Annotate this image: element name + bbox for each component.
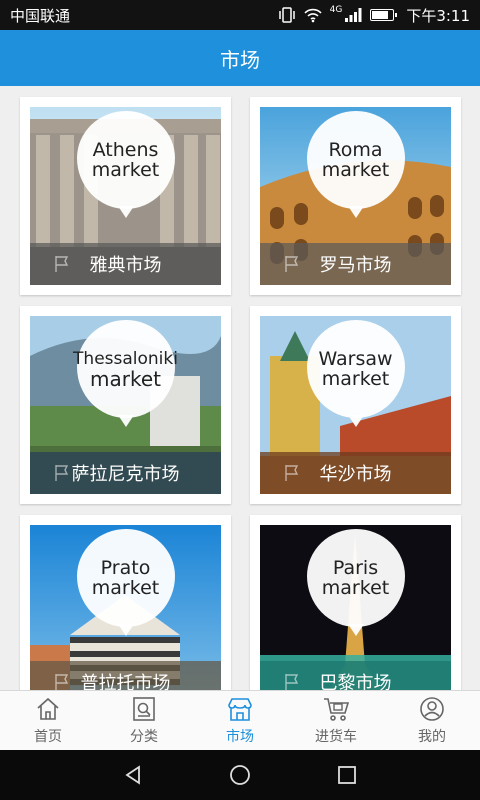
flag-icon [55, 674, 69, 690]
market-caption: 华沙市场 [260, 452, 451, 494]
clock: 下午3:11 [406, 6, 470, 25]
system-nav-bar [0, 750, 480, 800]
flag-icon [285, 256, 299, 272]
market-caption: 雅典市场 [30, 243, 221, 285]
app-header: 市场 [0, 30, 480, 86]
nav-label-profile: 我的 [418, 729, 446, 745]
flag-icon [55, 256, 69, 272]
nav-label-category: 分类 [130, 729, 158, 745]
back-icon[interactable] [121, 763, 145, 787]
market-name: 巴黎市场 [319, 673, 392, 690]
nav-profile[interactable]: 我的 [384, 691, 480, 750]
market-badge: Athens market [76, 111, 175, 218]
market-badge: Thessaloniki market [73, 320, 178, 427]
nav-label-home: 首页 [34, 729, 62, 745]
nav-label-market: 市场 [226, 729, 254, 745]
market-card-prato[interactable]: Prato market 普拉托市场 [20, 515, 231, 690]
market-caption: 普拉托市场 [30, 661, 221, 690]
market-caption: 罗马市场 [260, 243, 451, 285]
network-type: 4G [329, 5, 343, 15]
flag-icon [55, 465, 69, 481]
market-grid[interactable]: Athens market 雅典市场 Roma market 罗马市场 Thes… [0, 86, 480, 690]
market-card-thessaloniki[interactable]: Thessaloniki market 萨拉尼克市场 [20, 306, 231, 504]
bottom-nav: 首页 分类 市场 进货车 我的 [0, 690, 480, 750]
battery-icon [370, 9, 398, 21]
market-name: 华沙市场 [319, 464, 392, 485]
market-name: 普拉托市场 [80, 673, 171, 690]
market-name: 罗马市场 [319, 255, 392, 276]
home-icon [37, 697, 59, 720]
market-badge: Paris market [306, 529, 405, 636]
market-name: 雅典市场 [89, 255, 162, 276]
nav-market[interactable]: 市场 [192, 691, 288, 750]
market-badge: Warsaw market [306, 320, 405, 427]
flag-icon [285, 465, 299, 481]
recents-icon[interactable] [335, 763, 359, 787]
cart-icon [324, 698, 350, 721]
market-caption: 萨拉尼克市场 [30, 452, 221, 494]
vibrate-icon [278, 7, 295, 23]
market-name: 萨拉尼克市场 [71, 464, 180, 485]
market-badge: Roma market [306, 111, 405, 218]
status-bar: 中国联通 4G 下午3:11 [0, 0, 480, 30]
market-caption: 巴黎市场 [260, 661, 451, 690]
wifi-icon [304, 8, 322, 23]
market-badge: Prato market [76, 529, 175, 636]
nav-cart[interactable]: 进货车 [288, 691, 384, 750]
market-card-paris[interactable]: Paris market 巴黎市场 [250, 515, 461, 690]
category-icon [133, 697, 155, 721]
store-icon [228, 698, 252, 721]
nav-category[interactable]: 分类 [96, 691, 192, 750]
market-card-warsaw[interactable]: Warsaw market 华沙市场 [250, 306, 461, 504]
signal-icon [345, 8, 362, 22]
home-button-icon[interactable] [228, 763, 252, 787]
nav-home[interactable]: 首页 [0, 691, 96, 750]
flag-icon [285, 674, 299, 690]
carrier-name: 中国联通 [10, 6, 71, 25]
nav-label-cart: 进货车 [315, 729, 357, 745]
market-card-roma[interactable]: Roma market 罗马市场 [250, 97, 461, 295]
page-title: 市场 [220, 47, 260, 72]
user-icon [420, 697, 444, 721]
market-card-athens[interactable]: Athens market 雅典市场 [20, 97, 231, 295]
